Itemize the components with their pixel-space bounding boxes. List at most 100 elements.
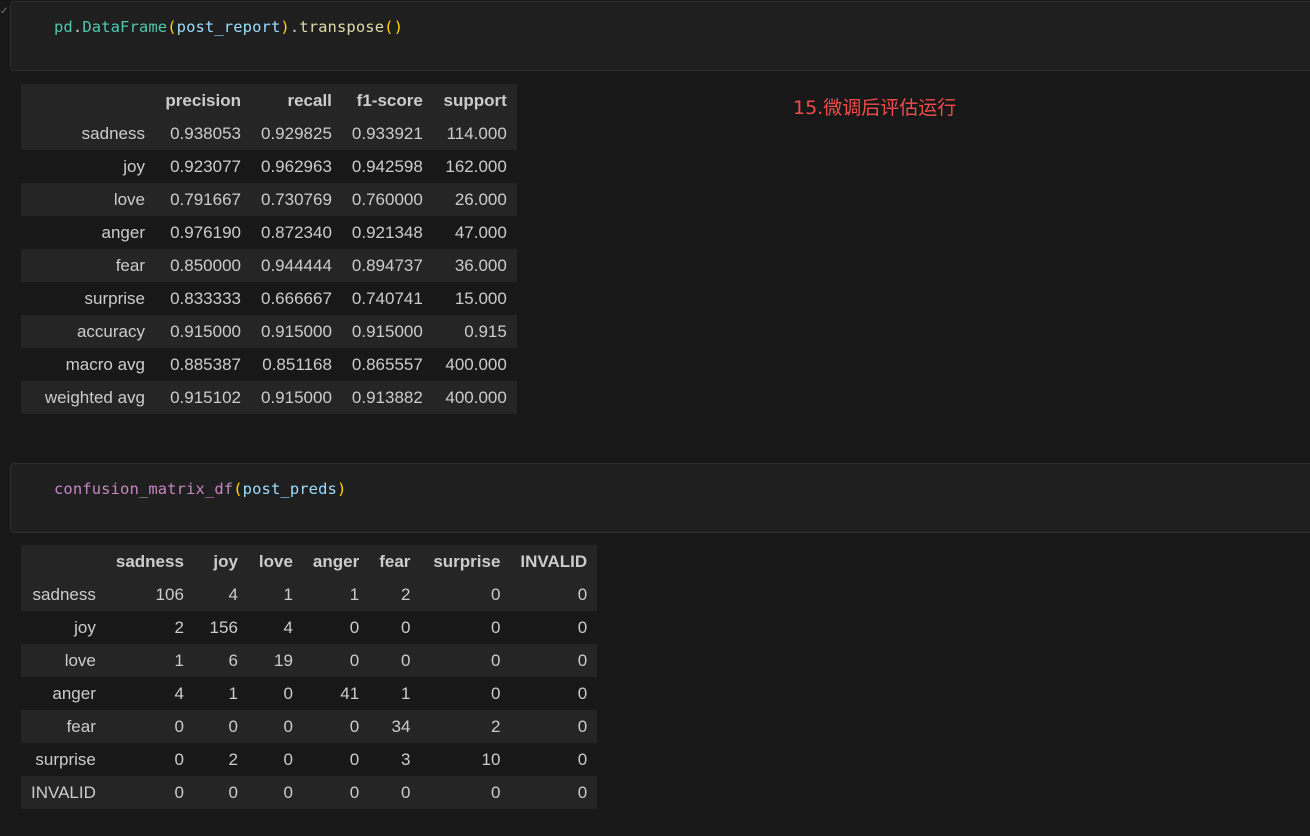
table-cell: 0.915000 [170,321,241,341]
table-cell: 1 [400,683,411,703]
table-cell: 47.000 [454,222,507,242]
code-token-module: pd [54,18,73,36]
table-cell: 0.933921 [351,123,423,143]
table-cell: 0 [349,749,360,769]
table-cell: 0 [174,782,184,802]
table-cell: 0 [490,584,501,604]
table-row: love 0.791667 0.730769 0.760000 26.000 [21,183,517,216]
table-cell: 0.944444 [261,255,332,275]
code-line[interactable]: pd.DataFrame(post_report).transpose() [54,18,403,36]
table-cell: 0.962963 [261,156,332,176]
column-header: love [247,545,303,578]
table-cell: 4 [174,683,184,703]
column-header: support [432,84,517,117]
table-cell: 162.000 [445,156,507,176]
table-cell: 400.000 [445,387,507,407]
table-cell: 0 [577,683,588,703]
table-cell: 0 [174,716,184,736]
table-header-row: sadness joy love anger fear surprise INV… [21,545,598,578]
table-cell: 0 [400,650,411,670]
table-cell: 0 [490,617,501,637]
table-cell: 0 [577,584,588,604]
table-cell: 0 [283,749,293,769]
table-cell: 1 [174,650,184,670]
code-token-paren: ( [167,18,177,36]
table-cell: 0 [577,782,588,802]
table-cell: 0.915 [464,321,507,341]
table-cell: 0 [400,782,411,802]
table-row: anger 0.976190 0.872340 0.921348 47.000 [21,216,517,249]
table-cell: 0 [283,782,293,802]
table-cell: 19 [274,650,293,670]
code-token-function: confusion_matrix_df [54,480,234,498]
row-index-label: anger [52,683,96,703]
code-token-arg: post_preds [242,480,337,498]
table-cell: 0 [349,782,360,802]
code-cell-confusion[interactable]: confusion_matrix_df(post_preds) [10,463,1310,533]
code-cell-report[interactable]: pd.DataFrame(post_report).transpose() [10,1,1310,71]
table-cell: 10 [481,749,501,769]
row-index-label: joy [123,156,145,176]
table-cell: 0.791667 [170,189,241,209]
table-row: surprise 0.833333 0.666667 0.740741 15.000 [21,282,517,315]
row-index-label: love [64,650,96,670]
table-cell: 0.894737 [351,255,423,275]
row-index-label: accuracy [76,321,145,341]
table-cell: 1 [228,683,238,703]
table-row: surprise 0 2 0 0 3 10 0 [21,743,598,776]
row-index-label: anger [101,222,145,242]
column-header: anger [302,545,370,578]
column-header: recall [251,84,342,117]
header-index-corner [21,545,106,578]
table-cell: 0.915000 [261,387,332,407]
table-cell: 0 [228,782,238,802]
table-cell: 0 [349,716,360,736]
column-header: joy [193,545,248,578]
table-row: joy 0.923077 0.962963 0.942598 162.000 [21,150,517,183]
table-cell: 4 [228,584,238,604]
row-index-label: fear [66,716,96,736]
table-row: fear 0 0 0 0 34 2 0 [21,710,598,743]
table-row: joy 2 156 4 0 0 0 0 [21,611,598,644]
table-cell: 0.915102 [170,387,241,407]
table-row: weighted avg 0.915102 0.915000 0.913882 400.… [21,381,517,414]
code-token-paren: ) [336,480,347,498]
confusion-matrix-table: sadness joy love anger fear surprise INV… [21,545,598,809]
row-index-label: sadness [81,123,145,143]
column-header: precision [155,84,251,117]
table-row: sadness 106 4 1 1 2 0 0 [21,578,598,611]
column-header: surprise [420,545,511,578]
table-row: anger 4 1 0 41 1 0 0 [21,677,598,710]
table-cell: 106 [155,584,184,604]
notebook-page: ✓ pd.DataFrame(post_report).transpose() … [0,0,1310,836]
column-header: fear [369,545,421,578]
row-index-label: macro avg [65,354,145,374]
table-cell: 0 [577,716,588,736]
table-cell: 2 [490,716,501,736]
table-cell: 0.915000 [261,321,332,341]
table-row: love 1 6 19 0 0 0 0 [21,644,598,677]
table-cell: 0 [283,683,293,703]
table-cell: 2 [228,749,238,769]
table-cell: 0.760000 [351,189,423,209]
table-cell: 0.923077 [170,156,241,176]
table-cell: 0.913882 [351,387,423,407]
column-header: INVALID [510,545,598,578]
table-cell: 41 [340,683,360,703]
cell-collapse-icon[interactable]: ✓ [0,7,8,17]
header-index-corner [21,84,155,117]
table-cell: 0 [283,716,293,736]
code-token-arg: post_report [176,18,281,36]
code-token-class: DataFrame [82,18,168,36]
table-cell: 1 [349,584,360,604]
table-cell: 0 [490,650,501,670]
table-cell: 0.833333 [170,288,241,308]
table-row: INVALID 0 0 0 0 0 0 0 [21,776,598,809]
table-cell: 0.872340 [261,222,332,242]
table-cell: 156 [209,617,238,637]
table-cell: 36.000 [454,255,507,275]
code-line[interactable]: confusion_matrix_df(post_preds) [54,480,346,498]
code-token-method: transpose [299,18,385,36]
table-cell: 0.921348 [351,222,423,242]
table-cell: 0 [400,617,411,637]
